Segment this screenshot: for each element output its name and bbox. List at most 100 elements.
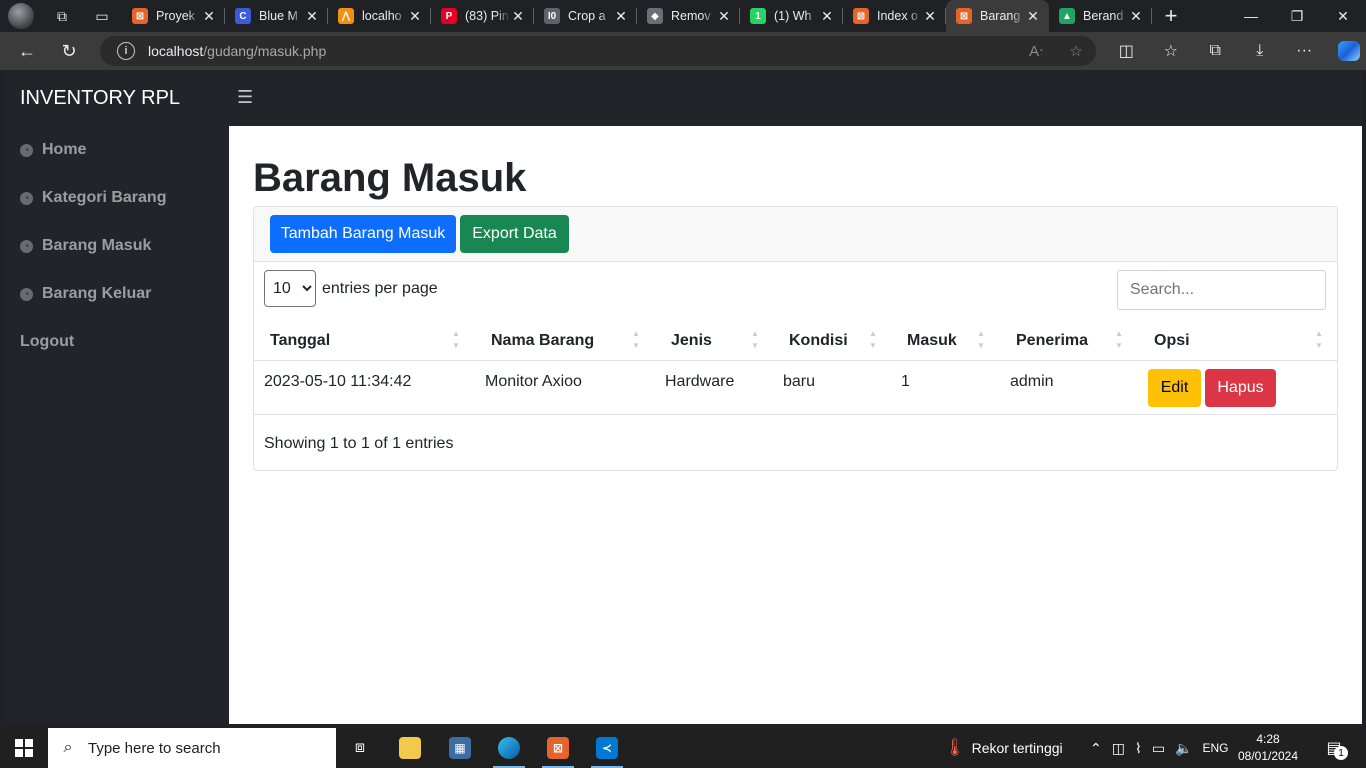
column-header-tanggal[interactable]: Tanggal ▲ ▼: [254, 322, 475, 361]
start-button[interactable]: [0, 728, 48, 768]
show-hidden-icons-icon[interactable]: ⌃: [1090, 740, 1102, 757]
sidebar-toggle-icon[interactable]: ☰: [237, 87, 253, 108]
delete-button[interactable]: Hapus: [1205, 368, 1276, 407]
vscode-button[interactable]: ≺: [583, 728, 631, 768]
back-arrow-icon[interactable]: ←: [6, 32, 48, 70]
browser-tab[interactable]: C Blue M ✕: [225, 0, 328, 32]
split-screen-icon[interactable]: ◫: [1104, 32, 1149, 70]
browser-tab[interactable]: ⊠ Barang ✕: [946, 0, 1049, 32]
close-tab-icon[interactable]: ✕: [922, 8, 938, 25]
close-tab-icon[interactable]: ✕: [613, 8, 629, 25]
whatsapp-icon: 1: [750, 8, 766, 24]
close-tab-icon[interactable]: ✕: [201, 8, 217, 25]
browser-tab[interactable]: ⊠ Proyek ✕: [122, 0, 225, 32]
sidebar-item-kategori[interactable]: ◔ Kategori Barang: [20, 189, 166, 207]
sidebar-item-barang-keluar[interactable]: ◔ Barang Keluar: [20, 285, 151, 303]
browser-tab[interactable]: I0 Crop a ✕: [534, 0, 637, 32]
navbar-brand[interactable]: INVENTORY RPL: [20, 87, 180, 110]
folder-icon: [399, 737, 421, 759]
system-tray: ⌃ ◫ ⌇ ▭ 🔈 ENG: [1090, 728, 1229, 768]
language-indicator[interactable]: ENG: [1202, 741, 1228, 755]
new-tab-button[interactable]: +: [1152, 0, 1190, 32]
sort-arrows-icon: ▲ ▼: [1315, 329, 1323, 350]
entries-per-page-select[interactable]: 10: [264, 270, 316, 307]
meet-now-icon[interactable]: ◫: [1112, 740, 1125, 757]
collections-icon[interactable]: ⧉: [1193, 32, 1238, 70]
close-tab-icon[interactable]: ✕: [1025, 8, 1041, 25]
battery-icon[interactable]: ▭: [1152, 740, 1165, 757]
edit-button[interactable]: Edit: [1148, 368, 1201, 407]
browser-tab-title: Remov: [671, 9, 711, 23]
dashboard-icon: ◔: [20, 191, 33, 205]
tab-actions-icon[interactable]: ▭: [82, 0, 122, 32]
column-header-kondisi[interactable]: Kondisi ▲ ▼: [773, 322, 891, 361]
downloads-icon[interactable]: ⤓: [1238, 32, 1283, 70]
main-content: Barang Masuk Tambah Barang Masuk Export …: [229, 126, 1362, 724]
edge-button[interactable]: [485, 728, 533, 768]
minimize-icon[interactable]: —: [1228, 0, 1274, 32]
site-info-icon[interactable]: i: [117, 42, 135, 60]
sidebar-item-logout[interactable]: Logout: [20, 333, 74, 351]
browser-tab[interactable]: P (83) Pin ✕: [431, 0, 534, 32]
add-barang-masuk-button[interactable]: Tambah Barang Masuk: [270, 215, 456, 253]
close-tab-icon[interactable]: ✕: [407, 8, 423, 25]
more-menu-icon[interactable]: ···: [1282, 32, 1327, 70]
sidebar-item-label: Kategori Barang: [42, 189, 167, 206]
weather-widget[interactable]: 🌡 Rekor tertinggi: [944, 728, 1063, 768]
close-tab-icon[interactable]: ✕: [510, 8, 526, 25]
cell-masuk: 1: [891, 360, 1000, 415]
browser-tab-title: (1) Wh: [774, 9, 812, 23]
xampp-button[interactable]: ⊠: [534, 728, 582, 768]
favorites-icon[interactable]: ☆: [1149, 32, 1194, 70]
cell-kondisi: baru: [773, 360, 891, 415]
browser-tab[interactable]: 1 (1) Wh ✕: [740, 0, 843, 32]
copilot-button[interactable]: [1327, 32, 1366, 70]
sidebar-item-label: Home: [42, 141, 87, 158]
column-header-opsi[interactable]: Opsi ▲ ▼: [1138, 322, 1337, 361]
export-data-button[interactable]: Export Data: [460, 215, 569, 253]
taskbar-search-placeholder: Type here to search: [88, 739, 221, 757]
browser-tab[interactable]: ⊠ Index o ✕: [843, 0, 946, 32]
clock[interactable]: 4:28 08/01/2024: [1236, 731, 1300, 765]
read-aloud-icon[interactable]: Aᐧ: [1016, 42, 1056, 60]
table-row: 2023-05-10 11:34:42 Monitor Axioo Hardwa…: [254, 360, 1337, 415]
search-input[interactable]: [1117, 270, 1326, 310]
file-explorer-button[interactable]: [386, 728, 434, 768]
top-navbar: INVENTORY RPL ☰: [4, 70, 1362, 126]
task-view-button[interactable]: ⧈: [336, 728, 384, 768]
edge-icon: [498, 737, 520, 759]
address-bar[interactable]: i localhost/gudang/masuk.php Aᐧ ☆: [100, 36, 1096, 66]
browser-tab[interactable]: ◆ Remov ✕: [637, 0, 740, 32]
column-header-masuk[interactable]: Masuk ▲ ▼: [891, 322, 1000, 361]
notification-center-button[interactable]: ▤ 1: [1318, 736, 1350, 760]
close-tab-icon[interactable]: ✕: [716, 8, 732, 25]
restore-icon[interactable]: ❐: [1274, 0, 1320, 32]
table-header-row: Tanggal ▲ ▼ Nama Barang ▲ ▼ Jenis ▲ ▼ Kondisi ▲…: [254, 322, 1337, 361]
column-header-penerima[interactable]: Penerima ▲ ▼: [1000, 322, 1138, 361]
reload-icon[interactable]: ↻: [48, 32, 90, 70]
sort-arrows-icon: ▲ ▼: [452, 329, 460, 350]
network-icon[interactable]: ⌇: [1135, 740, 1142, 757]
browser-tab-title: localho: [362, 9, 402, 23]
browser-tab[interactable]: ⋀ localho ✕: [328, 0, 431, 32]
taskbar-search[interactable]: ⌕ Type here to search: [48, 728, 336, 768]
tab-list: ⊠ Proyek ✕ C Blue M ✕ ⋀ localho ✕ P (83) Pin ✕ I0 Cro…: [122, 0, 1152, 32]
close-tab-icon[interactable]: ✕: [1128, 8, 1144, 25]
sidebar-item-home[interactable]: ◔ Home: [20, 141, 86, 159]
close-window-icon[interactable]: ✕: [1320, 0, 1366, 32]
xampp-icon: ⊠: [956, 8, 972, 24]
sidebar-item-barang-masuk[interactable]: ◔ Barang Masuk: [20, 237, 151, 255]
browser-tab[interactable]: ▲ Berand ✕: [1049, 0, 1152, 32]
volume-icon[interactable]: 🔈: [1175, 740, 1192, 757]
workspaces-icon[interactable]: ⧉: [42, 0, 82, 32]
close-tab-icon[interactable]: ✕: [819, 8, 835, 25]
profile-button[interactable]: [0, 0, 42, 32]
column-header-jenis[interactable]: Jenis ▲ ▼: [655, 322, 773, 361]
calculator-button[interactable]: ▦: [436, 728, 484, 768]
favorite-star-icon[interactable]: ☆: [1056, 42, 1096, 60]
url-text[interactable]: localhost/gudang/masuk.php: [148, 43, 1016, 59]
column-header-nama-barang[interactable]: Nama Barang ▲ ▼: [475, 322, 655, 361]
sidebar: ◔ Home ◔ Kategori Barang ◔ Barang Masuk ◔ Ba…: [4, 126, 229, 724]
close-tab-icon[interactable]: ✕: [304, 8, 320, 25]
xampp-icon: ⊠: [547, 737, 569, 759]
